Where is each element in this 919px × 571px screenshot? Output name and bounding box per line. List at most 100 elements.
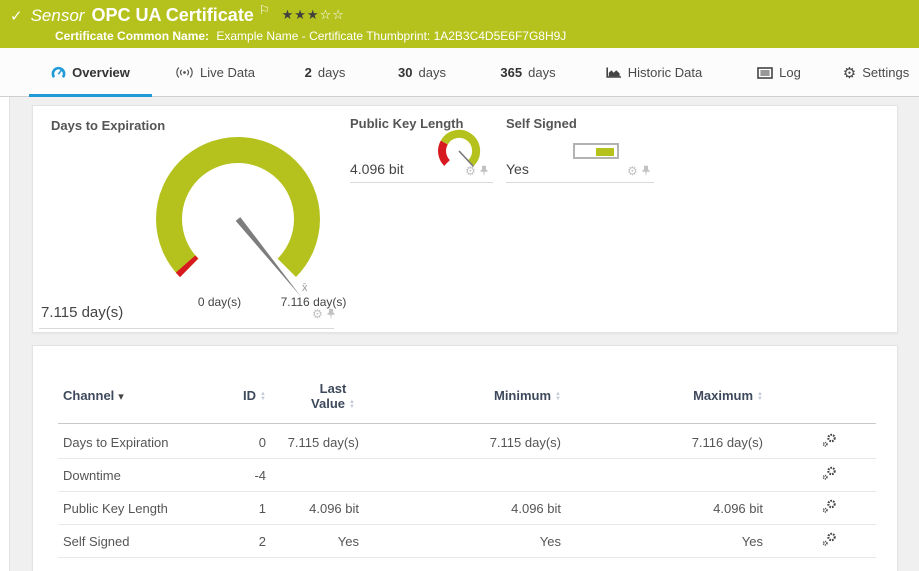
public-key-length-value: 4.096 bit (350, 161, 404, 177)
cell-channel: Self Signed (63, 534, 130, 549)
historic-chart-icon (606, 66, 622, 79)
days-to-expiration-gauge (141, 126, 346, 296)
edit-channel-icon[interactable] (821, 499, 851, 517)
column-header-value-label: Value (311, 396, 345, 411)
tab-365-days-number: 365 (500, 65, 522, 80)
left-rail (0, 97, 10, 571)
days-to-expiration-value: 7.115 day(s) (41, 304, 123, 321)
channel-table: Channel ▾ ID ▲▼ Last Value ▲▼ Minimum ▲▼ Max… (58, 346, 876, 571)
pin-icon[interactable] (479, 165, 489, 177)
tab-log-label: Log (779, 65, 801, 80)
pin-icon[interactable] (641, 165, 651, 177)
tab-overview-label: Overview (72, 65, 130, 80)
star-filled-icon[interactable]: ★ (282, 7, 295, 22)
row-divider (58, 557, 876, 558)
table-row: Downtime -4 (58, 459, 876, 492)
mean-marker: x̄ (302, 282, 308, 294)
tab-live-data-label: Live Data (200, 65, 255, 80)
tab-2-days[interactable]: 2 days (295, 48, 355, 97)
star-empty-icon[interactable]: ☆ (320, 7, 333, 22)
cell-minimum: 4.096 bit (401, 501, 561, 516)
cell-minimum: 7.115 day(s) (401, 435, 561, 450)
sensor-header: ✓ Sensor OPC UA Certificate ⚐ ★★★☆☆ Cert… (0, 0, 919, 48)
tab-30-days-number: 30 (398, 65, 412, 80)
status-ok-icon: ✓ (10, 7, 23, 25)
sort-arrows-icon: ▲▼ (260, 392, 266, 402)
pin-icon[interactable] (326, 308, 336, 320)
cell-id: 2 (158, 534, 266, 549)
column-header-minimum-label: Minimum (494, 388, 551, 403)
cell-channel: Downtime (63, 468, 121, 483)
tab-historic-data-label: Historic Data (628, 65, 702, 80)
column-header-last-label: Last (320, 381, 347, 396)
edit-channel-icon[interactable] (821, 433, 851, 451)
tab-overview[interactable]: Overview (29, 48, 152, 97)
tab-30-days-label: days (419, 65, 446, 80)
star-filled-icon[interactable]: ★ (294, 7, 307, 22)
cell-maximum: 4.096 bit (603, 501, 763, 516)
gear-icon[interactable]: ⚙ (465, 164, 476, 178)
tab-historic-data[interactable]: Historic Data (600, 48, 708, 97)
subtitle-value: Example Name - Certificate Thumbprint: 1… (216, 29, 566, 43)
gear-icon[interactable]: ⚙ (627, 164, 638, 178)
gear-icon[interactable]: ⚙ (312, 307, 323, 321)
column-header-channel-label: Channel (63, 388, 114, 403)
sort-caret-icon: ▾ (118, 391, 124, 403)
cell-maximum: 7.116 day(s) (603, 435, 763, 450)
edit-channel-icon[interactable] (821, 466, 851, 484)
gauge-icon (51, 66, 66, 80)
tab-30-days[interactable]: 30 days (392, 48, 452, 97)
cell-last-value: 4.096 bit (258, 501, 359, 516)
subtitle-label: Certificate Common Name: (55, 29, 209, 43)
column-header-id[interactable]: ID ▲▼ (158, 388, 266, 403)
channel-table-panel: Channel ▾ ID ▲▼ Last Value ▲▼ Minimum ▲▼ Max… (32, 345, 898, 571)
tab-settings-label: Settings (862, 65, 909, 80)
column-header-channel[interactable]: Channel ▾ (63, 388, 124, 403)
tab-live-data[interactable]: Live Data (163, 48, 267, 97)
table-row: Public Key Length 1 4.096 bit 4.096 bit … (58, 492, 876, 525)
star-empty-icon[interactable]: ☆ (332, 7, 345, 22)
live-signal-icon (175, 66, 194, 79)
tab-bar: Overview Live Data 2 days 30 days 365 da… (0, 48, 919, 97)
cell-maximum: Yes (603, 534, 763, 549)
channel-tools: ⚙ (465, 164, 489, 178)
table-row: Self Signed 2 Yes Yes Yes (58, 525, 876, 558)
self-signed-indicator (573, 143, 619, 159)
tab-365-days-label: days (528, 65, 555, 80)
sensor-kind-label: Sensor (31, 6, 85, 26)
tab-365-days[interactable]: 365 days (493, 48, 563, 97)
overview-gauges-panel: Days to Expiration x̄ 0 day(s) 7.116 day… (32, 105, 898, 333)
table-header-divider (58, 423, 876, 424)
table-row: Days to Expiration 0 7.115 day(s) 7.115 … (58, 426, 876, 459)
self-signed-value: Yes (506, 161, 529, 177)
gauge-scale-min: 0 day(s) (167, 295, 272, 309)
cell-id: 0 (158, 435, 266, 450)
gear-icon: ⚙ (843, 64, 856, 82)
channel-tools: ⚙ (627, 164, 651, 178)
sensor-subtitle: Certificate Common Name: Example Name - … (55, 29, 566, 43)
cell-divider (506, 182, 654, 183)
gauge-self-signed-title: Self Signed (506, 116, 577, 131)
edit-channel-icon[interactable] (821, 532, 851, 550)
sort-arrows-icon: ▲▼ (757, 392, 763, 402)
self-signed-indicator-block (596, 148, 614, 156)
column-header-last-value[interactable]: Last Value ▲▼ (283, 381, 383, 411)
page-title: OPC UA Certificate (91, 5, 253, 26)
priority-stars[interactable]: ★★★☆☆ (282, 7, 345, 23)
cell-id: 1 (158, 501, 266, 516)
tab-log[interactable]: Log (750, 48, 808, 97)
star-filled-icon[interactable]: ★ (307, 7, 320, 22)
log-list-icon (757, 67, 773, 79)
sort-arrows-icon: ▲▼ (555, 392, 561, 402)
sort-arrows-icon: ▲▼ (349, 400, 355, 410)
channel-tools: ⚙ (312, 307, 336, 321)
column-header-maximum[interactable]: Maximum▲▼ (603, 388, 763, 403)
tab-2-days-number: 2 (305, 65, 312, 80)
column-header-minimum[interactable]: Minimum ▲▼ (401, 388, 561, 403)
flag-icon: ⚐ (259, 3, 270, 17)
column-header-id-label: ID (243, 388, 256, 403)
cell-channel: Days to Expiration (63, 435, 169, 450)
cell-last-value: 7.115 day(s) (258, 435, 359, 450)
tab-settings[interactable]: ⚙ Settings (840, 48, 912, 97)
tab-2-days-label: days (318, 65, 345, 80)
